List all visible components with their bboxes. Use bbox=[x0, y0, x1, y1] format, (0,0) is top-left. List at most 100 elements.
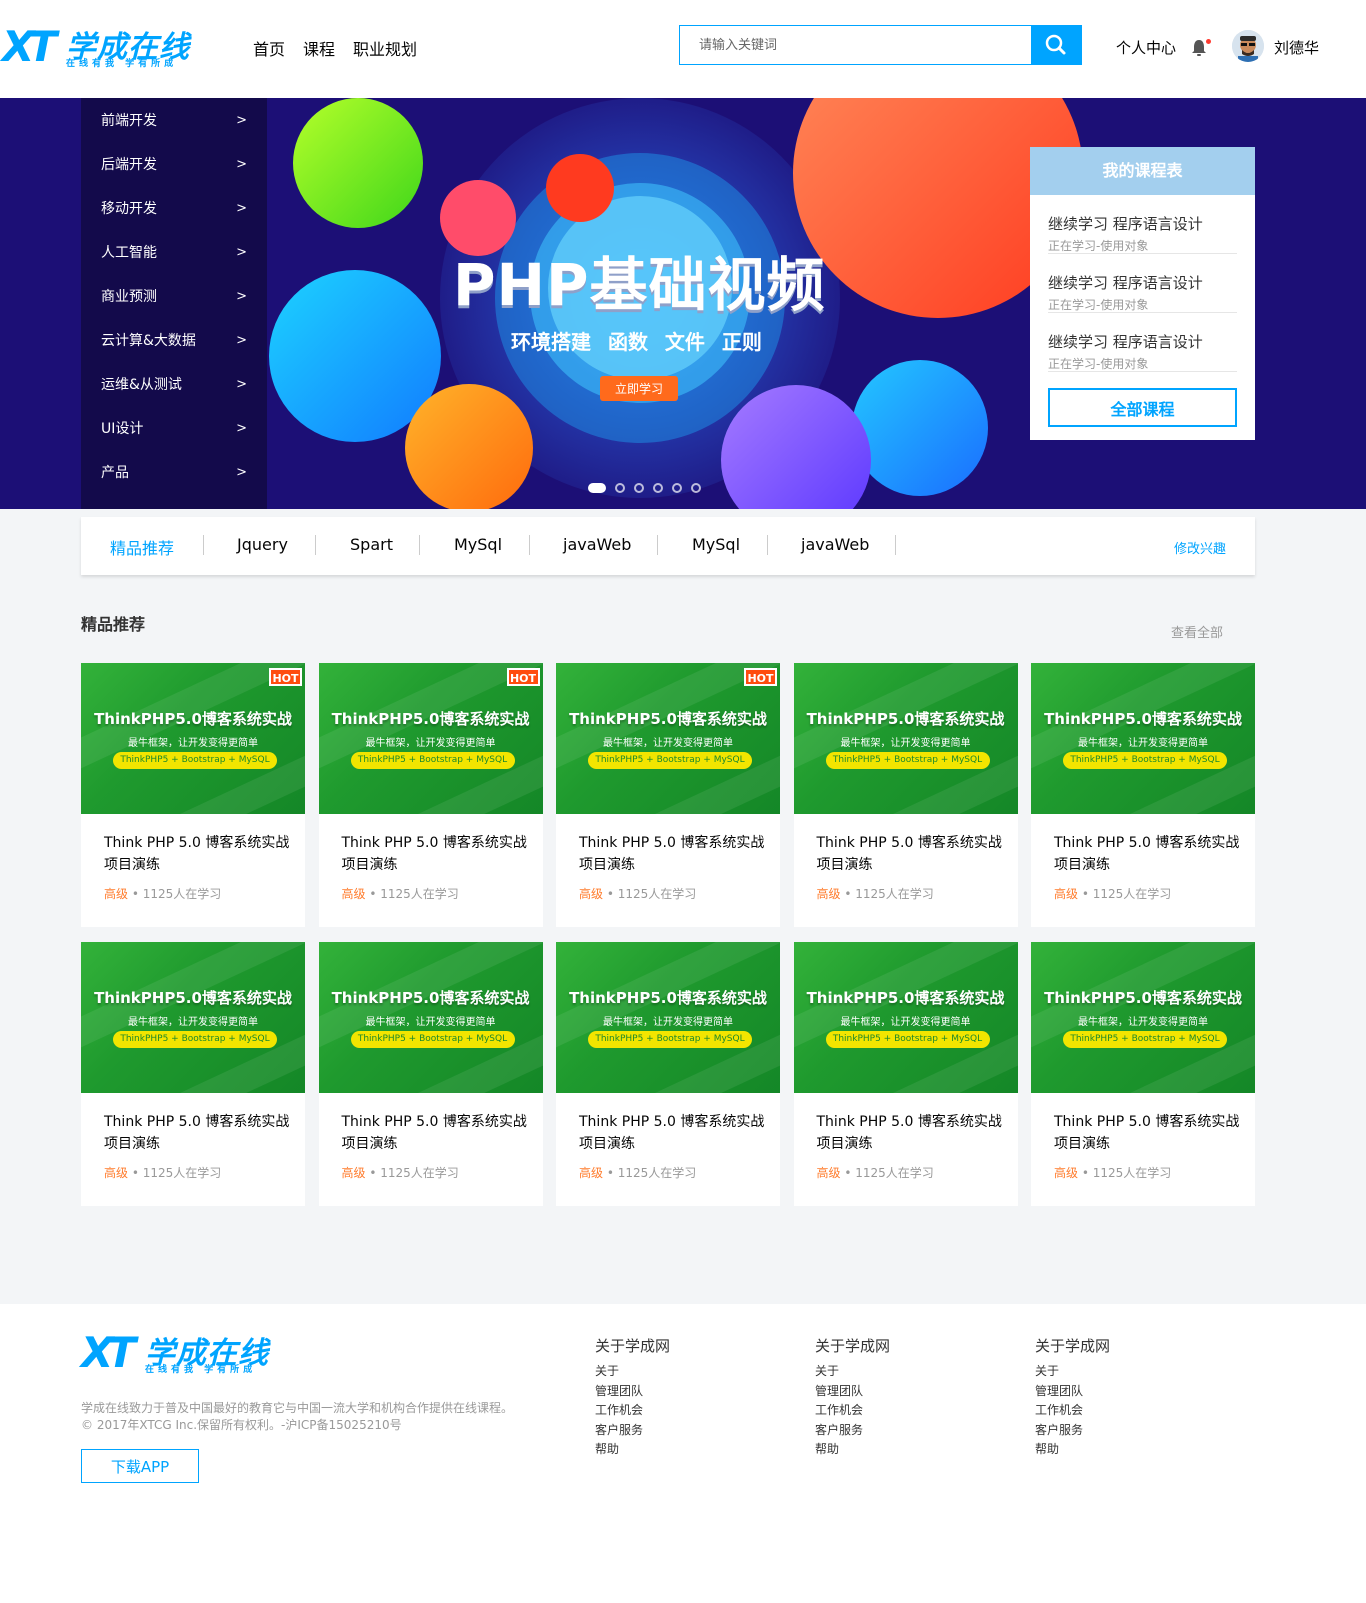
avatar[interactable] bbox=[1232, 30, 1264, 62]
footer-link[interactable]: 工作机会 bbox=[595, 1401, 670, 1421]
view-all-link[interactable]: 查看全部 bbox=[1171, 622, 1223, 641]
carousel-dot[interactable] bbox=[634, 483, 644, 493]
footer-link[interactable]: 帮助 bbox=[595, 1440, 670, 1460]
search-button[interactable] bbox=[1031, 25, 1081, 65]
tag-featured[interactable]: 精品推荐 bbox=[110, 535, 174, 559]
course-card[interactable]: ThinkPHP5.0博客系统实战 最牛框架，让开发变得更简单 ThinkPHP5 … bbox=[1031, 663, 1255, 927]
tag-jquery[interactable]: Jquery bbox=[237, 535, 288, 554]
course-title[interactable]: Think PHP 5.0 博客系统实战项目演练 bbox=[579, 1111, 765, 1155]
carousel-dot[interactable] bbox=[672, 483, 682, 493]
footer-link[interactable]: 关于 bbox=[1035, 1362, 1110, 1382]
schedule-item[interactable]: 继续学习 程序语言设计 正在学习-使用对象 bbox=[1048, 313, 1237, 372]
course-title[interactable]: Think PHP 5.0 博客系统实战项目演练 bbox=[579, 832, 765, 876]
course-title[interactable]: Think PHP 5.0 博客系统实战项目演练 bbox=[342, 1111, 528, 1155]
category-item-product[interactable]: 产品 > bbox=[81, 450, 267, 494]
tag-mysql[interactable]: MySql bbox=[692, 535, 740, 554]
category-label: UI设计 bbox=[101, 421, 144, 437]
footer-link[interactable]: 关于 bbox=[595, 1362, 670, 1382]
main-nav: 首页 课程 职业规划 bbox=[253, 36, 417, 60]
carousel-dot[interactable] bbox=[653, 483, 663, 493]
tag-javaweb[interactable]: javaWeb bbox=[801, 535, 869, 554]
category-label: 云计算&大数据 bbox=[101, 333, 196, 349]
schedule-item-status: 正在学习-使用对象 bbox=[1048, 357, 1149, 371]
course-title[interactable]: Think PHP 5.0 博客系统实战项目演练 bbox=[1054, 1111, 1240, 1155]
course-card[interactable]: ThinkPHP5.0博客系统实战 最牛框架，让开发变得更简单 ThinkPHP5 … bbox=[793, 942, 1018, 1206]
carousel-dot[interactable] bbox=[588, 483, 606, 493]
course-card[interactable]: ThinkPHP5.0博客系统实战 最牛框架，让开发变得更简单 ThinkPHP5 … bbox=[556, 942, 780, 1206]
footer-link[interactable]: 关于 bbox=[815, 1362, 890, 1382]
course-card[interactable]: ThinkPHP5.0博客系统实战 最牛框架，让开发变得更简单 ThinkPHP5 … bbox=[318, 663, 543, 927]
category-item-cloud[interactable]: 云计算&大数据 > bbox=[81, 318, 267, 362]
course-title[interactable]: Think PHP 5.0 博客系统实战项目演练 bbox=[104, 1111, 290, 1155]
thumbnail-tech-stack: ThinkPHP5 + Bootstrap + MySQL bbox=[350, 752, 515, 769]
course-title[interactable]: Think PHP 5.0 博客系统实战项目演练 bbox=[104, 832, 290, 876]
footer-link[interactable]: 帮助 bbox=[815, 1440, 890, 1460]
nav-courses[interactable]: 课程 bbox=[303, 36, 335, 60]
course-title[interactable]: Think PHP 5.0 博客系统实战项目演练 bbox=[817, 1111, 1003, 1155]
site-logo[interactable]: XT 学成在线 在线有我 学有所成 bbox=[2, 22, 194, 71]
category-item-ops[interactable]: 运维&从测试 > bbox=[81, 362, 267, 406]
course-card[interactable]: ThinkPHP5.0博客系统实战 最牛框架，让开发变得更简单 ThinkPHP5 … bbox=[318, 942, 543, 1206]
schedule-item[interactable]: 继续学习 程序语言设计 正在学习-使用对象 bbox=[1048, 254, 1237, 313]
course-card[interactable]: ThinkPHP5.0博客系统实战 最牛框架，让开发变得更简单 ThinkPHP5 … bbox=[81, 942, 305, 1206]
search-input[interactable] bbox=[680, 26, 1032, 64]
footer-link[interactable]: 管理团队 bbox=[815, 1382, 890, 1402]
tag-spart[interactable]: Spart bbox=[350, 535, 393, 554]
nav-career[interactable]: 职业规划 bbox=[353, 36, 417, 60]
course-thumbnail: ThinkPHP5.0博客系统实战 最牛框架，让开发变得更简单 ThinkPHP5 … bbox=[318, 942, 543, 1093]
course-card[interactable]: ThinkPHP5.0博客系统实战 最牛框架，让开发变得更简单 ThinkPHP5 … bbox=[793, 663, 1018, 927]
course-level: 高级 bbox=[816, 1166, 841, 1180]
thumbnail-subtitle: 最牛框架，让开发变得更简单 bbox=[603, 738, 733, 749]
start-learning-button[interactable]: 立即学习 bbox=[600, 376, 678, 401]
course-card[interactable]: ThinkPHP5.0博客系统实战 最牛框架，让开发变得更简单 ThinkPHP5 … bbox=[556, 663, 780, 927]
footer-link[interactable]: 客户服务 bbox=[1035, 1421, 1110, 1441]
course-card[interactable]: ThinkPHP5.0博客系统实战 最牛框架，让开发变得更简单 ThinkPHP5 … bbox=[1031, 942, 1255, 1206]
thumbnail-tech-stack: ThinkPHP5 + Bootstrap + MySQL bbox=[825, 752, 990, 769]
course-level: 高级 bbox=[104, 1166, 129, 1180]
footer-link[interactable]: 工作机会 bbox=[1035, 1401, 1110, 1421]
course-level: 高级 bbox=[104, 887, 129, 901]
category-item-business[interactable]: 商业预测 > bbox=[81, 274, 267, 318]
category-label: 前端开发 bbox=[101, 113, 157, 129]
category-menu: 前端开发 > 后端开发 > 移动开发 > 人工智能 > 商业预测 > 云计算&大数据 > 运… bbox=[81, 98, 267, 509]
footer-link[interactable]: 管理团队 bbox=[595, 1382, 670, 1402]
notification-dot bbox=[1206, 39, 1211, 44]
footer-link[interactable]: 帮助 bbox=[1035, 1440, 1110, 1460]
course-thumbnail: ThinkPHP5.0博客系统实战 最牛框架，让开发变得更简单 ThinkPHP5 … bbox=[793, 942, 1018, 1093]
tag-divider bbox=[767, 535, 768, 555]
course-card[interactable]: ThinkPHP5.0博客系统实战 最牛框架，让开发变得更简单 ThinkPHP5 … bbox=[81, 663, 305, 927]
schedule-item[interactable]: 继续学习 程序语言设计 正在学习-使用对象 bbox=[1048, 195, 1237, 254]
interest-tag-bar: 精品推荐 Jquery Spart MySql javaWeb MySql ja… bbox=[81, 517, 1255, 575]
edit-interests-link[interactable]: 修改兴趣 bbox=[1174, 538, 1226, 557]
category-label: 运维&从测试 bbox=[101, 377, 182, 393]
course-title[interactable]: Think PHP 5.0 博客系统实战项目演练 bbox=[1054, 832, 1240, 876]
carousel-dot[interactable] bbox=[615, 483, 625, 493]
nav-home[interactable]: 首页 bbox=[253, 36, 285, 60]
all-courses-button[interactable]: 全部课程 bbox=[1048, 388, 1237, 427]
footer-link[interactable]: 客户服务 bbox=[595, 1421, 670, 1441]
footer-link[interactable]: 客户服务 bbox=[815, 1421, 890, 1441]
course-learners: 1125人在学习 bbox=[380, 1166, 459, 1180]
category-item-backend[interactable]: 后端开发 > bbox=[81, 142, 267, 186]
tag-javaweb[interactable]: javaWeb bbox=[563, 535, 631, 554]
category-item-ui[interactable]: UI设计 > bbox=[81, 406, 267, 450]
course-title[interactable]: Think PHP 5.0 博客系统实战项目演练 bbox=[817, 832, 1003, 876]
course-title[interactable]: Think PHP 5.0 博客系统实战项目演练 bbox=[342, 832, 528, 876]
user-center-link[interactable]: 个人中心 bbox=[1116, 37, 1176, 58]
footer-link[interactable]: 工作机会 bbox=[815, 1401, 890, 1421]
username[interactable]: 刘德华 bbox=[1274, 37, 1319, 58]
download-app-button[interactable]: 下载APP bbox=[81, 1449, 199, 1483]
thumbnail-tech-stack: ThinkPHP5 + Bootstrap + MySQL bbox=[1063, 752, 1227, 769]
tag-divider bbox=[315, 535, 316, 555]
carousel-dot[interactable] bbox=[691, 483, 701, 493]
thumbnail-title: ThinkPHP5.0博客系统实战 bbox=[1044, 710, 1242, 728]
footer-link[interactable]: 管理团队 bbox=[1035, 1382, 1110, 1402]
thumbnail-subtitle: 最牛框架，让开发变得更简单 bbox=[603, 1017, 733, 1028]
category-item-frontend[interactable]: 前端开发 > bbox=[81, 98, 267, 142]
course-thumbnail: ThinkPHP5.0博客系统实战 最牛框架，让开发变得更简单 ThinkPHP5 … bbox=[81, 663, 305, 814]
footer-logo[interactable]: XT 学成在线 在线有我 学有所成 bbox=[81, 1328, 281, 1377]
category-item-ai[interactable]: 人工智能 > bbox=[81, 230, 267, 274]
tag-mysql[interactable]: MySql bbox=[454, 535, 502, 554]
category-item-mobile[interactable]: 移动开发 > bbox=[81, 186, 267, 230]
banner-subtitle: 环境搭建 函数 文件 正则 bbox=[511, 330, 762, 354]
